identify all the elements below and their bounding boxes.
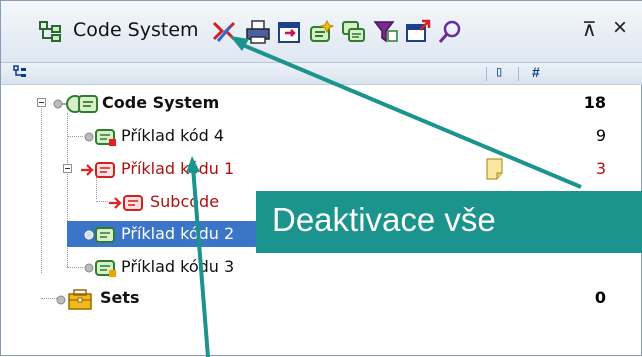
annotation-arrows	[186, 36, 582, 357]
annotation-arrow-line	[191, 166, 210, 357]
annotation-arrowhead	[230, 36, 249, 51]
code-system-window: Code System ⊼ × ▯ # Code System 18 Příkl…	[0, 0, 642, 357]
annotation-arrow-line	[237, 41, 582, 189]
annotation-arrowhead	[186, 156, 200, 173]
